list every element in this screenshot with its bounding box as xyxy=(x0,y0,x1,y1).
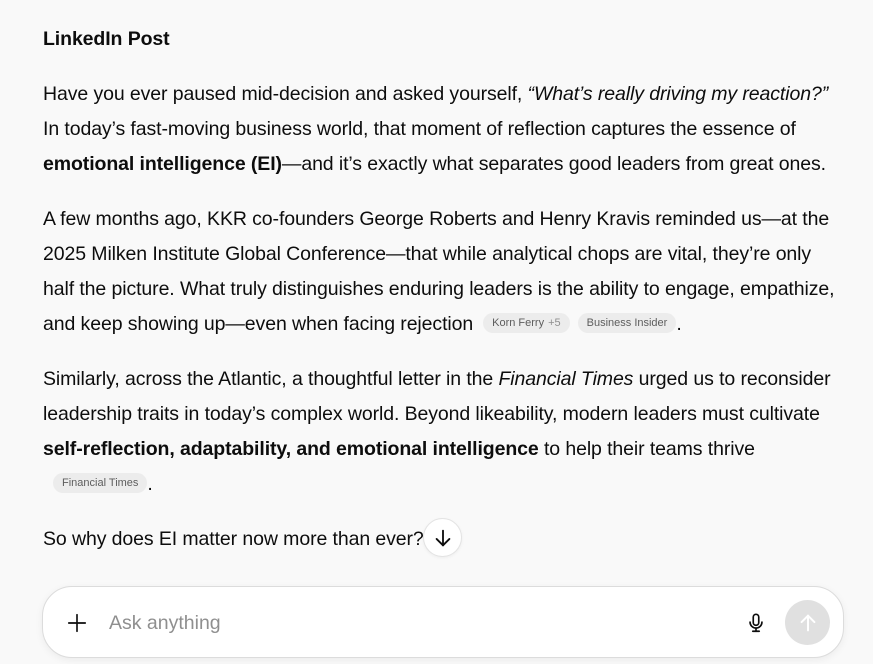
prompt-input[interactable] xyxy=(109,607,709,639)
arrow-up-icon xyxy=(800,614,815,631)
chat-composer xyxy=(42,586,844,658)
citation-label: Korn Ferry xyxy=(492,316,545,329)
scroll-to-bottom-button[interactable] xyxy=(423,518,462,557)
paragraph-text: Have you ever paused mid-decision and as… xyxy=(43,83,528,105)
bold-text: self-reflection, adaptability, and emoti… xyxy=(43,438,539,460)
italic-text: Financial Times xyxy=(498,368,634,390)
quote-text: “What’s really driving my reaction?” xyxy=(527,83,829,105)
paragraph-text: Similarly, across the Atlantic, a though… xyxy=(43,368,499,390)
microphone-icon xyxy=(749,613,763,633)
paragraph-text: In today’s fast-moving business world, t… xyxy=(43,118,796,140)
send-button[interactable] xyxy=(785,600,830,645)
paragraph-text: to help their teams thrive xyxy=(538,438,755,460)
period: . xyxy=(676,313,682,335)
paragraph-1: Have you ever paused mid-decision and as… xyxy=(43,77,843,182)
bold-text: emotional intelligence (EI) xyxy=(43,153,282,175)
paragraph-2: A few months ago, KKR co-founders George… xyxy=(43,202,843,342)
voice-input-button[interactable] xyxy=(743,610,769,636)
citation-chip-korn-ferry[interactable]: Korn Ferry +5 xyxy=(483,312,570,333)
arrow-down-icon xyxy=(435,529,450,546)
citation-label: Financial Times xyxy=(62,476,139,489)
post-heading: LinkedIn Post xyxy=(43,28,170,50)
paragraph-text: —and it’s exactly what separates good le… xyxy=(281,153,826,175)
paragraph-3: Similarly, across the Atlantic, a though… xyxy=(43,362,843,502)
period: . xyxy=(147,473,153,495)
paragraph-text: A few months ago, KKR co-founders George… xyxy=(43,208,835,335)
citation-count: +5 xyxy=(548,316,561,329)
citation-chip-financial-times[interactable]: Financial Times xyxy=(53,472,148,493)
citation-chip-business-insider[interactable]: Business Insider xyxy=(577,312,677,333)
citation-label: Business Insider xyxy=(586,316,668,329)
plus-icon xyxy=(67,613,87,633)
add-attachment-button[interactable] xyxy=(65,611,89,635)
message-content: LinkedIn Post Have you ever paused mid-d… xyxy=(43,22,843,577)
